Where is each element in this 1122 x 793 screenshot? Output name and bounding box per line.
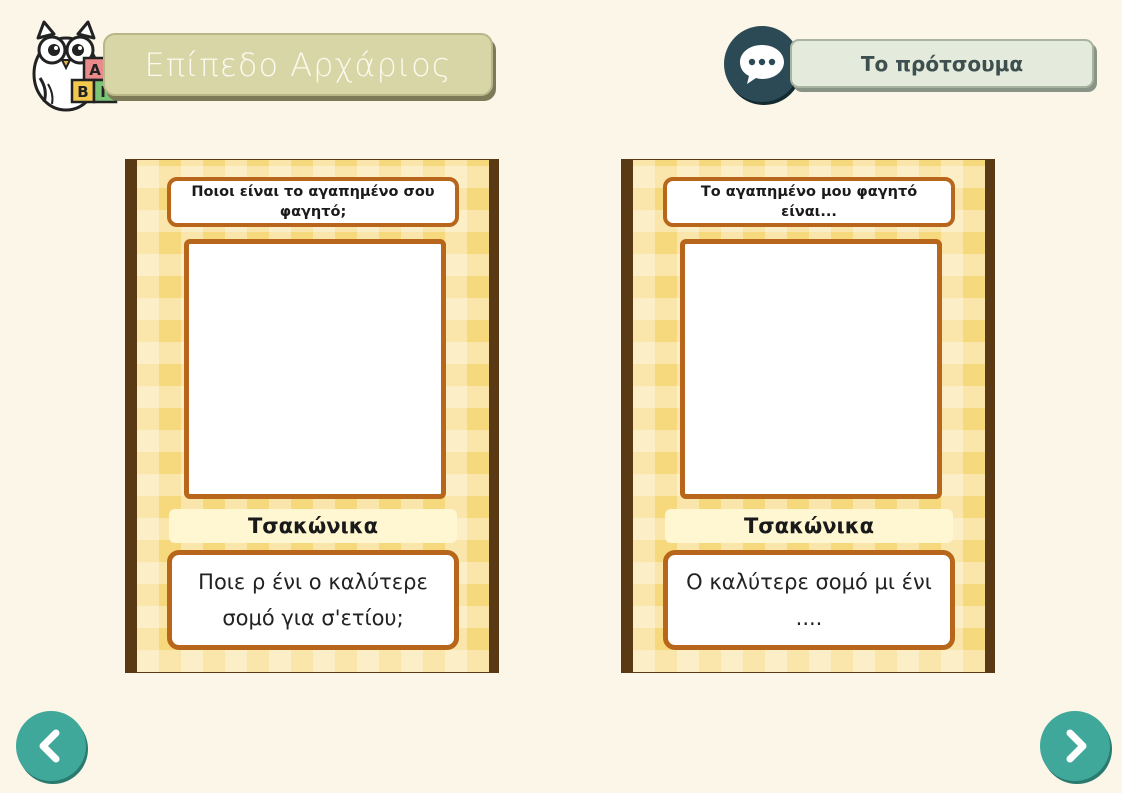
chevron-left-icon (39, 729, 60, 763)
answer-card: Το αγαπημένο μου φαγητό είναι... Τσακώνι… (621, 159, 995, 673)
question-card: Ποιοι είναι το αγαπημένο σου φαγητό; Τσα… (125, 159, 499, 673)
previous-button[interactable] (16, 711, 86, 781)
owl-block-a: Α (89, 61, 101, 79)
card-image-placeholder (184, 239, 446, 499)
card-language-label: Τσακώνικα (665, 509, 953, 543)
card-phrase: Ποιε ρ ένι ο καλύτερε σομό για σ'ετίου; (167, 550, 459, 650)
example-audio-button[interactable] (724, 26, 800, 102)
card-phrase: Ο καλύτερε σομό μι ένι .... (663, 550, 955, 650)
chevron-right-icon (1066, 729, 1087, 763)
card-image-placeholder (680, 239, 942, 499)
card-question: Ποιοι είναι το αγαπημένο σου φαγητό; (167, 177, 459, 227)
card-language-label: Τσακώνικα (169, 509, 457, 543)
example-button[interactable]: Το πρότσουμα (790, 39, 1094, 88)
example-label: Το πρότσουμα (860, 51, 1024, 76)
next-button[interactable] (1040, 711, 1110, 781)
owl-block-b: Β (77, 83, 88, 101)
level-title-banner: Επίπεδο Αρχάριος (103, 33, 493, 96)
speech-bubble-icon (740, 45, 784, 84)
card-question: Το αγαπημένο μου φαγητό είναι... (663, 177, 955, 227)
level-title: Επίπεδο Αρχάριος (144, 45, 452, 84)
